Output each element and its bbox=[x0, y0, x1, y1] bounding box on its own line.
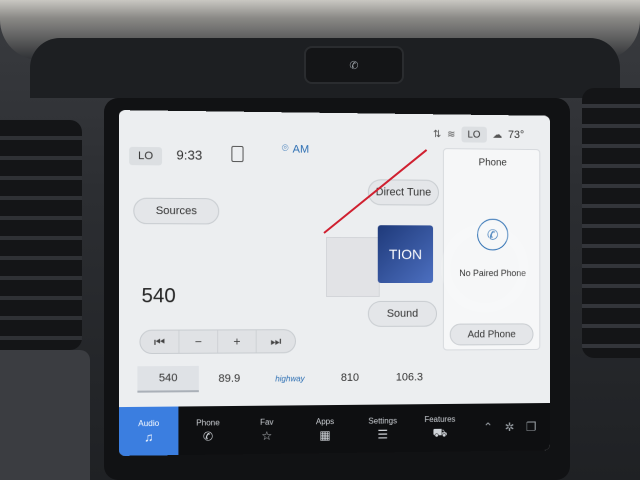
nav-apps-label: Apps bbox=[316, 417, 334, 426]
settings-sliders-icon: ☰ bbox=[377, 427, 388, 441]
band-label: AM bbox=[293, 143, 310, 155]
left-air-vent bbox=[0, 120, 82, 350]
station-artwork-text: TION bbox=[389, 246, 422, 262]
preset-3[interactable]: highway bbox=[260, 365, 320, 392]
nav-phone[interactable]: Phone ✆ bbox=[178, 406, 237, 455]
transport-controls: ⏮ − + ⏭ bbox=[139, 329, 296, 354]
fan-icon[interactable]: ✲ bbox=[505, 420, 515, 434]
nav-features[interactable]: Features ⛟ bbox=[411, 404, 468, 452]
radio-icon: ⌾ bbox=[282, 142, 289, 155]
phone-panel: Phone ✆ No Paired Phone Add Phone bbox=[443, 148, 540, 350]
phone-device-icon bbox=[231, 146, 243, 162]
album-art-ghost bbox=[326, 237, 380, 297]
nav-fav-label: Fav bbox=[260, 417, 273, 426]
copy-screen-icon[interactable]: ❐ bbox=[526, 420, 536, 434]
lo-temp-pill[interactable]: LO bbox=[129, 147, 162, 166]
nav-audio-label: Audio bbox=[138, 418, 159, 427]
preset-1[interactable]: 540 bbox=[137, 366, 198, 393]
phone-icon: ✆ bbox=[203, 429, 213, 443]
nav-settings[interactable]: Settings ☰ bbox=[354, 404, 411, 452]
star-icon: ☆ bbox=[261, 428, 272, 442]
seek-back-button[interactable]: ⏮ bbox=[140, 331, 179, 353]
outside-temperature: 73° bbox=[508, 129, 524, 141]
nav-climate-controls: ⌃ ✲ ❐ bbox=[483, 403, 550, 451]
direct-tune-button[interactable]: Direct Tune bbox=[368, 179, 439, 205]
nav-phone-label: Phone bbox=[196, 418, 220, 427]
status-bar-right: ⇅ ≋ LO ☁ 73° bbox=[433, 126, 524, 143]
nav-features-label: Features bbox=[424, 414, 455, 423]
station-artwork: TION bbox=[378, 225, 433, 283]
weather-icon: ☁ bbox=[493, 129, 503, 140]
preset-bar: 540 89.9 highway 810 106.3 bbox=[137, 364, 439, 392]
wifi-icon: ≋ bbox=[447, 129, 455, 140]
preset-5[interactable]: 106.3 bbox=[380, 364, 439, 390]
apps-grid-icon: ▦ bbox=[319, 428, 330, 442]
phone-hazard-icon: ✆ bbox=[349, 59, 358, 72]
sources-button[interactable]: Sources bbox=[133, 198, 219, 225]
phone-title: Phone bbox=[444, 157, 541, 169]
nav-fav[interactable]: Fav ☆ bbox=[237, 405, 296, 454]
right-air-vent bbox=[582, 88, 640, 358]
tune-up-button[interactable]: + bbox=[218, 330, 257, 352]
hazard-button[interactable]: ✆ bbox=[304, 46, 404, 84]
band-indicator: ⌾ AM bbox=[282, 142, 309, 155]
nav-settings-label: Settings bbox=[368, 416, 397, 425]
current-frequency: 540 bbox=[142, 285, 176, 308]
clock: 9:33 bbox=[176, 147, 202, 162]
preset-2[interactable]: 89.9 bbox=[199, 365, 260, 392]
music-note-icon: ♫ bbox=[144, 430, 153, 444]
phone-handset-icon: ✆ bbox=[477, 219, 508, 251]
nav-apps[interactable]: Apps ▦ bbox=[296, 405, 354, 454]
add-phone-button[interactable]: Add Phone bbox=[450, 323, 534, 345]
sound-button[interactable]: Sound bbox=[368, 301, 437, 327]
nav-audio[interactable]: Audio ♫ bbox=[119, 407, 179, 456]
phone-status: No Paired Phone bbox=[444, 268, 541, 278]
chevron-up-icon[interactable]: ⌃ bbox=[483, 420, 493, 434]
seek-forward-button[interactable]: ⏭ bbox=[257, 330, 295, 352]
preset-logo: highway bbox=[275, 374, 305, 383]
bottom-nav: Audio ♫ Phone ✆ Fav ☆ Apps ▦ Settings ☰ … bbox=[119, 403, 550, 456]
vehicle-icon: ⛟ bbox=[433, 425, 448, 441]
preset-4[interactable]: 810 bbox=[320, 365, 380, 391]
lower-dash-panel bbox=[0, 350, 90, 480]
infotainment-screen: LO 9:33 ⇅ ≋ LO ☁ 73° ⌾ AM Sources Direct… bbox=[119, 110, 550, 456]
lo-temp-pill-right[interactable]: LO bbox=[461, 127, 486, 143]
signal-icon: ⇅ bbox=[433, 129, 441, 140]
tune-down-button[interactable]: − bbox=[179, 330, 218, 352]
